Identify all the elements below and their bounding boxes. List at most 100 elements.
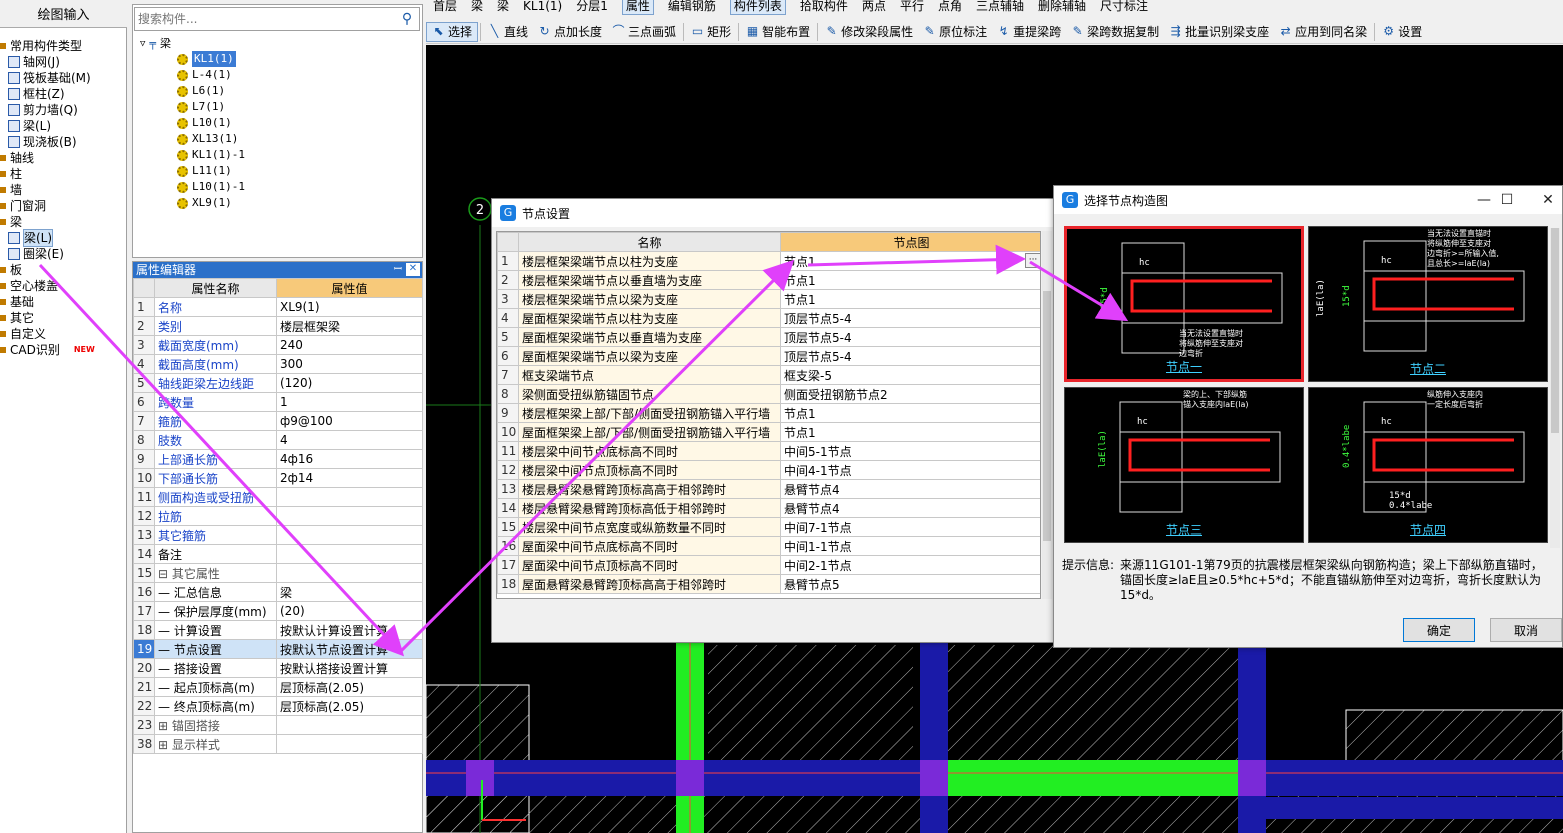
property-value[interactable]: 楼层框架梁: [276, 316, 423, 336]
beam-horizontal-selected[interactable]: [946, 760, 1256, 796]
collapse-icon[interactable]: ▽: [140, 36, 145, 52]
node-row[interactable]: 16 屋面梁中间节点底标高不同时 中间1-1节点: [497, 536, 1040, 556]
nav-item[interactable]: 板: [0, 262, 22, 278]
cancel-button[interactable]: 取消: [1490, 618, 1562, 642]
property-value[interactable]: 4: [276, 430, 423, 450]
node-diagram-thumbnail[interactable]: hc 15*d laE(la) 当无法设置直锚时 将纵筋伸至支座对 边弯折>=所输入值…: [1308, 226, 1548, 382]
tree-item[interactable]: L11(1): [177, 163, 232, 179]
nav-item[interactable]: 剪力墙(Q): [8, 102, 78, 118]
pin-icon[interactable]: ꟷ: [394, 262, 402, 278]
tree-root[interactable]: ▽ ╤ 梁: [140, 36, 171, 52]
property-value[interactable]: 层顶标高(2.05): [276, 677, 423, 697]
property-row[interactable]: 20— 搭接设置 按默认搭接设置计算: [133, 658, 423, 678]
property-row[interactable]: 8 肢数 4: [133, 430, 423, 450]
close-button[interactable]: ✕: [1532, 186, 1563, 214]
nav-item[interactable]: 轴线: [0, 150, 34, 166]
node-value[interactable]: 节点1: [780, 289, 1040, 309]
toolbar-button[interactable]: ↯ 重提梁跨: [992, 22, 1066, 42]
toolbar-button[interactable]: 拾取构件: [800, 0, 848, 14]
node-row[interactable]: 14 楼层悬臂梁悬臂跨顶标高低于相邻跨时 悬臂节点4: [497, 498, 1040, 518]
column[interactable]: [466, 760, 494, 796]
property-value[interactable]: 1: [276, 392, 423, 412]
property-value[interactable]: [276, 506, 423, 526]
property-row[interactable]: 10 下部通长筋 2ф14: [133, 468, 423, 488]
property-row[interactable]: 17— 保护层厚度(mm) (20): [133, 601, 423, 621]
scrollbar[interactable]: [1042, 231, 1052, 599]
node-value[interactable]: 侧面受扭钢筋节点2: [780, 384, 1040, 404]
property-value[interactable]: (20): [276, 601, 423, 621]
property-value[interactable]: 300: [276, 354, 423, 374]
node-value[interactable]: 节点1: [780, 422, 1040, 442]
property-value[interactable]: 2ф14: [276, 468, 423, 488]
toolbar-dropdown[interactable]: 首层: [433, 0, 457, 14]
property-value[interactable]: [276, 715, 423, 735]
node-value[interactable]: 框支梁-5: [780, 365, 1040, 385]
nav-item[interactable]: 梁(L): [8, 229, 54, 247]
tree-item[interactable]: L-4(1): [177, 67, 232, 83]
property-row[interactable]: 38 ⊞ 显示样式: [133, 734, 423, 754]
beam-horizontal[interactable]: [1256, 797, 1563, 819]
nav-item[interactable]: 梁(L): [8, 118, 51, 134]
property-value[interactable]: 4ф16: [276, 449, 423, 469]
node-row[interactable]: 5 屋面框架梁端节点以垂直墙为支座 顶层节点5-4: [497, 327, 1040, 347]
ellipsis-button[interactable]: ···: [1025, 253, 1040, 268]
toolbar-button[interactable]: ✎ 修改梁段属性: [820, 22, 918, 42]
scrollbar[interactable]: [1550, 228, 1560, 548]
node-value[interactable]: 中间1-1节点: [780, 536, 1040, 556]
node-row[interactable]: 12 楼层梁中间节点顶标高不同时 中间4-1节点: [497, 460, 1040, 480]
property-row[interactable]: 15 ⊟ 其它属性: [133, 563, 423, 583]
property-row[interactable]: 11 侧面构造或受扭筋: [133, 487, 423, 507]
property-value[interactable]: [276, 734, 423, 754]
node-value[interactable]: 中间7-1节点: [780, 517, 1040, 537]
nav-item[interactable]: 其它: [0, 310, 34, 326]
toolbar-button[interactable]: 属性: [621, 0, 654, 15]
node-value[interactable]: 顶层节点5-4: [780, 346, 1040, 366]
property-value[interactable]: [276, 487, 423, 507]
toolbar-dropdown[interactable]: 梁: [497, 0, 509, 14]
toolbar-button[interactable]: ⇶ 批量识别梁支座: [1164, 22, 1274, 42]
tree-item[interactable]: XL13(1): [177, 131, 238, 147]
node-value[interactable]: 中间5-1节点: [780, 441, 1040, 461]
property-row[interactable]: 18— 计算设置 按默认计算设置计算: [133, 620, 423, 640]
scrollbar-thumb[interactable]: [1043, 291, 1051, 541]
property-row[interactable]: 16— 汇总信息梁: [133, 582, 423, 602]
node-row[interactable]: 1 楼层框架梁端节点以柱为支座 节点1 ···: [497, 251, 1040, 271]
property-value[interactable]: (120): [276, 373, 423, 393]
property-row[interactable]: 21— 起点顶标高(m) 层顶标高(2.05): [133, 677, 423, 697]
property-row[interactable]: 22— 终点顶标高(m) 层顶标高(2.05): [133, 696, 423, 716]
node-value[interactable]: 悬臂节点4: [780, 479, 1040, 499]
property-row[interactable]: 5 轴线距梁左边线距 (120): [133, 373, 423, 393]
nav-item[interactable]: 门窗洞: [0, 198, 46, 214]
node-value[interactable]: 悬臂节点4: [780, 498, 1040, 518]
node-value[interactable]: 节点1 ···: [780, 251, 1040, 271]
toolbar-button[interactable]: 三点辅轴: [976, 0, 1024, 14]
toolbar-button[interactable]: 点角: [938, 0, 962, 14]
toolbar-button[interactable]: ✎ 原位标注: [918, 22, 992, 42]
nav-item[interactable]: 自定义: [0, 326, 46, 342]
property-value[interactable]: [276, 525, 423, 545]
property-row[interactable]: 2 类别 楼层框架梁: [133, 316, 423, 336]
toolbar-button[interactable]: 尺寸标注: [1100, 0, 1148, 14]
property-row[interactable]: 3 截面宽度(mm) 240: [133, 335, 423, 355]
toolbar-button[interactable]: ⌒ 三点画弧: [607, 22, 681, 42]
toolbar-button[interactable]: ↻ 点加长度: [533, 22, 607, 42]
search-icon[interactable]: ⚲: [395, 8, 419, 30]
nav-item[interactable]: 柱: [0, 166, 22, 182]
nav-item[interactable]: CAD识别 NEW: [0, 342, 95, 358]
property-value[interactable]: [276, 563, 423, 583]
node-value[interactable]: 中间2-1节点: [780, 555, 1040, 575]
toolbar-button[interactable]: ▦ 智能布置: [741, 22, 815, 42]
property-value[interactable]: 按默认搭接设置计算: [276, 658, 423, 678]
toolbar-button[interactable]: ▭ 矩形: [686, 22, 736, 42]
property-row[interactable]: 6 跨数量 1: [133, 392, 423, 412]
property-row[interactable]: 4 截面高度(mm) 300: [133, 354, 423, 374]
toolbar-button[interactable]: ⇄ 应用到同名梁: [1274, 22, 1372, 42]
tree-item[interactable]: L10(1): [177, 115, 232, 131]
draw-input-button[interactable]: 绘图输入: [0, 0, 127, 28]
node-value[interactable]: 悬臂节点5: [780, 574, 1040, 594]
search-input[interactable]: [135, 8, 390, 30]
nav-item[interactable]: 框柱(Z): [8, 86, 65, 102]
property-value[interactable]: 按默认计算设置计算: [276, 620, 423, 640]
column[interactable]: [920, 760, 948, 796]
property-row[interactable]: 12 拉筋: [133, 506, 423, 526]
